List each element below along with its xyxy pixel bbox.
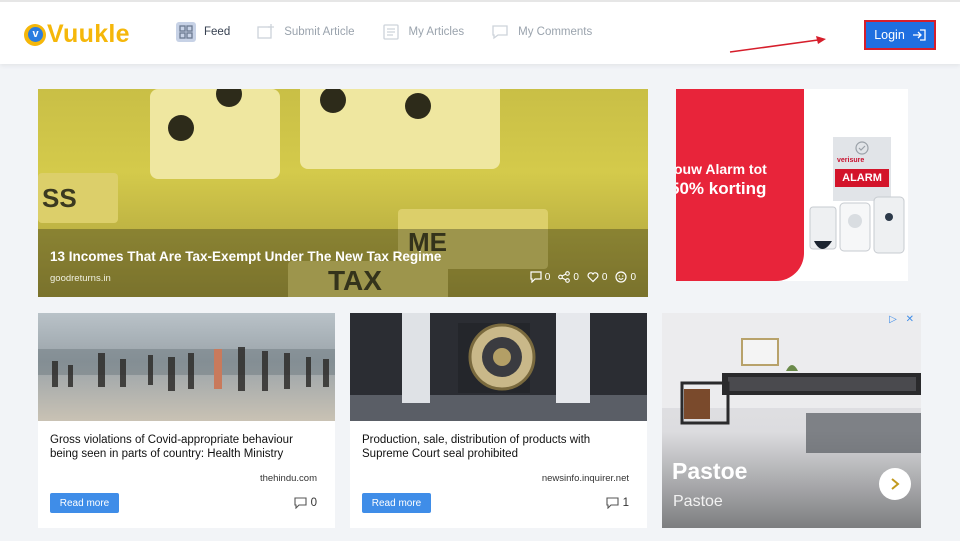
logo-text: Vuukle <box>47 20 130 48</box>
ad-subtitle: Pastoe <box>673 493 723 510</box>
article-card[interactable]: Production, sale, distribution of produc… <box>350 313 647 528</box>
hero-image-dice <box>150 89 280 179</box>
ad-choices-icon[interactable]: ▷ ✕ <box>889 314 917 325</box>
hero-stats: 0 0 0 0 <box>522 271 636 283</box>
hero-title[interactable]: 13 Incomes That Are Tax-Exempt Under The… <box>50 249 441 264</box>
ad-headline-line2: 50% korting <box>676 179 767 198</box>
articles-icon <box>381 22 401 42</box>
nav-label: Feed <box>204 26 231 38</box>
nav-item-feed[interactable]: Feed <box>176 22 230 42</box>
article-comment-count[interactable]: 0 <box>294 497 317 509</box>
article-source: newsinfo.inquirer.net <box>541 473 629 484</box>
article-comment-count[interactable]: 1 <box>606 497 629 509</box>
smiley-icon <box>615 271 628 283</box>
login-button[interactable]: Login <box>864 20 936 50</box>
nav-item-my-articles[interactable]: My Articles <box>381 22 465 42</box>
main-nav: Feed Submit Article My Articles My Comme… <box>176 22 618 42</box>
article-source: thehindu.com <box>259 473 317 484</box>
article-title[interactable]: Production, sale, distribution of produc… <box>362 433 632 461</box>
hero-comment-count[interactable]: 0 <box>530 271 550 283</box>
article-image-supreme-court[interactable] <box>350 313 647 421</box>
vuukle-logo[interactable]: v Vuukle <box>24 20 130 49</box>
ad-headline-line1: ouw Alarm tot <box>676 161 767 177</box>
nav-label: My Comments <box>518 26 593 38</box>
read-more-button[interactable]: Read more <box>362 493 431 513</box>
article-image-beach[interactable] <box>38 313 335 421</box>
comment-icon <box>294 497 307 509</box>
article-card[interactable]: Gross violations of Covid-appropriate be… <box>38 313 335 528</box>
hero-image-dice <box>300 89 500 169</box>
comment-icon <box>530 271 542 283</box>
alarm-devices-image <box>809 196 905 254</box>
comments-icon <box>490 22 510 42</box>
chevron-right-icon <box>891 478 900 490</box>
submit-article-icon <box>256 22 276 42</box>
top-header: v Vuukle Feed Submit Article My Articles… <box>0 0 960 64</box>
hero-reaction-count[interactable]: 0 <box>615 271 636 283</box>
annotation-arrow-icon <box>729 36 826 53</box>
hero-like-count[interactable]: 0 <box>587 271 607 283</box>
article-title[interactable]: Gross violations of Covid-appropriate be… <box>50 433 320 461</box>
verisure-shield-icon <box>855 141 869 155</box>
advertisement-verisure[interactable]: ouw Alarm tot 50% korting verisure ALARM <box>676 89 908 281</box>
nav-item-my-comments[interactable]: My Comments <box>490 22 592 42</box>
hero-share-count[interactable]: 0 <box>558 271 579 283</box>
comment-icon <box>606 497 619 509</box>
advertisement-pastoe[interactable]: ▷ ✕ Pastoe Pastoe <box>662 313 921 528</box>
share-icon <box>558 271 571 283</box>
nav-label: My Articles <box>408 26 465 38</box>
ad-next-button[interactable] <box>879 468 911 500</box>
hero-source: goodreturns.in <box>50 273 111 284</box>
hero-image-tile: SS <box>38 173 118 223</box>
nav-item-submit-article[interactable]: Submit Article <box>256 22 355 42</box>
ad-title: Pastoe <box>672 458 748 484</box>
nav-label: Submit Article <box>284 26 355 38</box>
grid-icon <box>176 22 196 42</box>
hero-article[interactable]: SS ME TAX 13 Incomes That Are Tax-Exempt… <box>38 89 648 297</box>
alarm-sign: ALARM <box>835 169 889 187</box>
ad-red-panel: ouw Alarm tot 50% korting <box>676 89 804 281</box>
logo-badge-icon: v <box>24 23 46 46</box>
login-label: Login <box>874 28 905 42</box>
login-arrow-icon <box>912 29 926 41</box>
read-more-button[interactable]: Read more <box>50 493 119 513</box>
heart-icon <box>587 272 599 283</box>
